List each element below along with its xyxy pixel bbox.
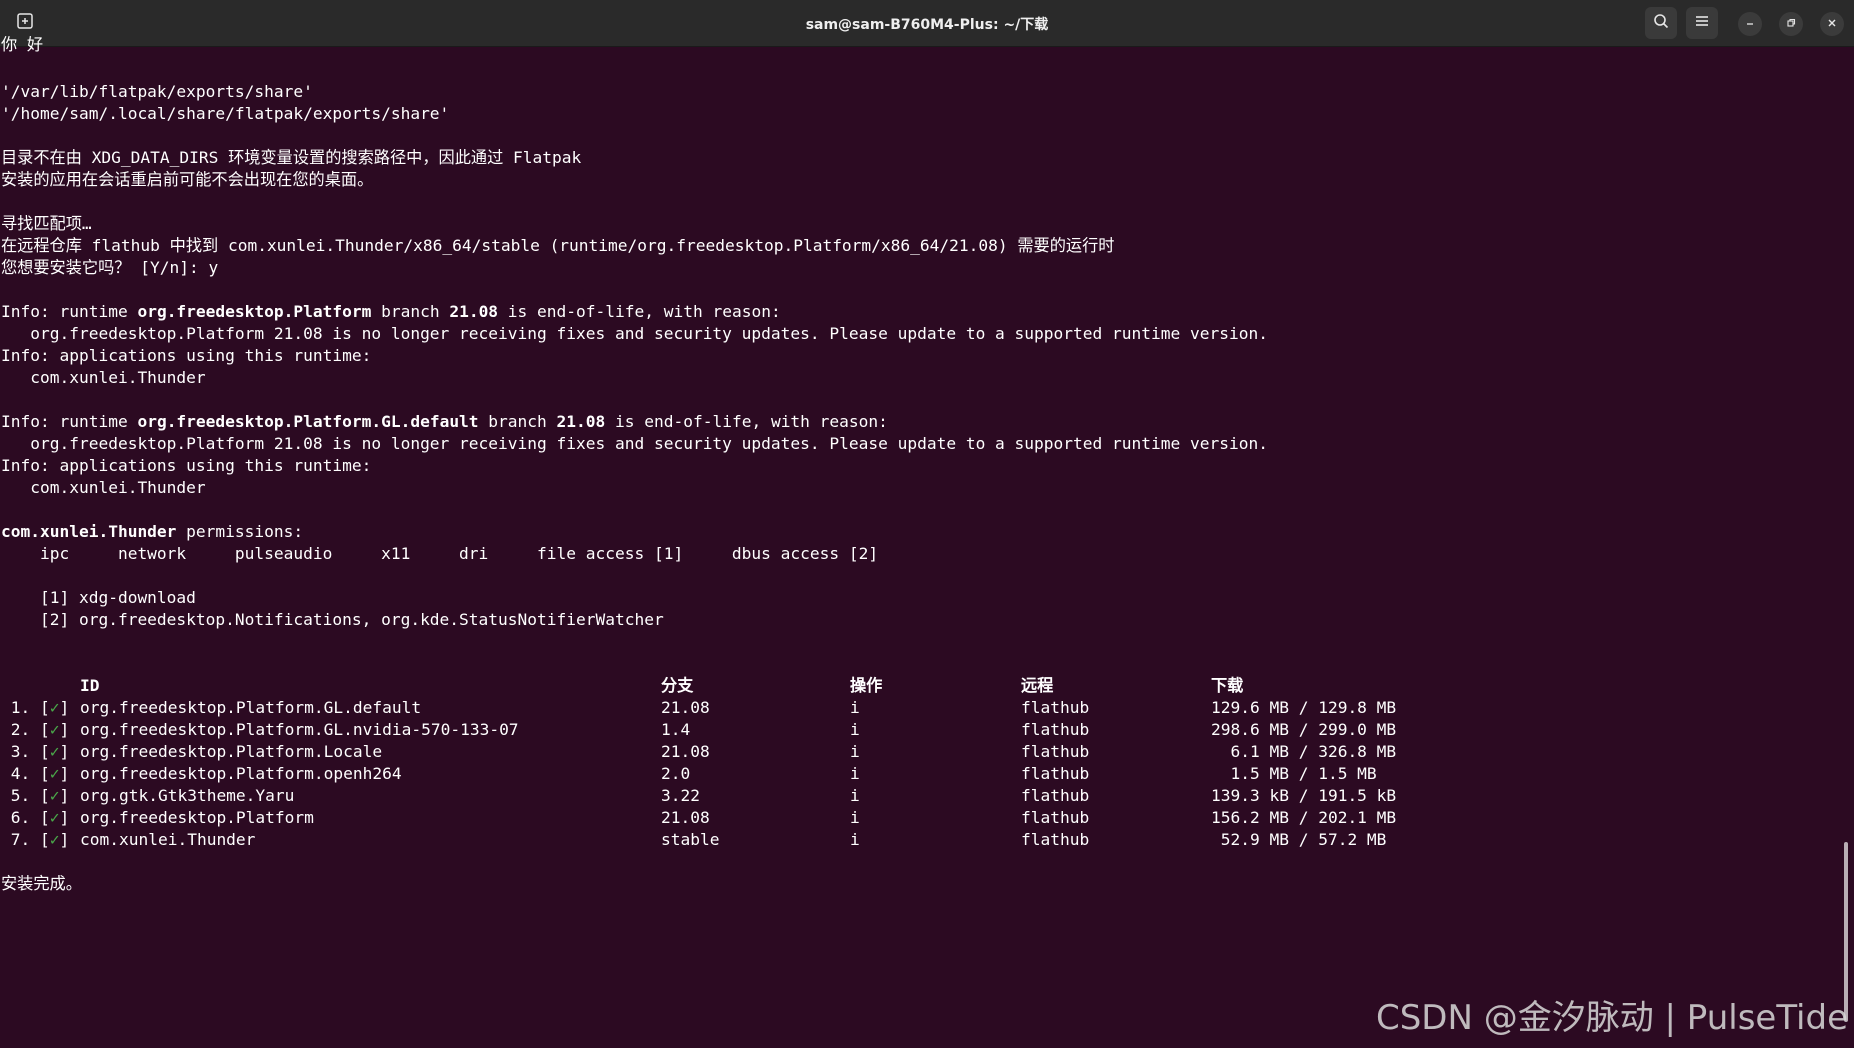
watermark: CSDN @金汐脉动 | PulseTide (1375, 998, 1848, 1038)
menu-button[interactable] (1686, 7, 1718, 39)
check-icon: ✓ (49, 698, 60, 717)
window-title: sam@sam-B760M4-Plus: ~/下载 (805, 17, 1049, 33)
title-bar: sam@sam-B760M4-Plus: ~/下载 (0, 0, 1854, 47)
check-box: [✓] (40, 830, 70, 849)
restore-button[interactable] (1779, 12, 1803, 36)
check-icon: ✓ (49, 764, 60, 783)
ref-remote: flathub (1021, 830, 1090, 849)
check-icon: ✓ (49, 742, 60, 761)
check-icon: ✓ (49, 830, 60, 849)
hamburger-menu-icon (1695, 14, 1709, 33)
row-number: 7. (1, 830, 31, 849)
minimize-icon (1745, 15, 1755, 33)
check-icon: ✓ (49, 720, 60, 739)
ref-branch: stable (661, 830, 720, 849)
restore-icon (1786, 15, 1796, 33)
ref-download: 52.9 MB / 57.2 MB (1211, 830, 1387, 849)
prompt-line: 您想要安装它吗？ [Y/n]: y (1, 258, 219, 277)
search-icon (1653, 13, 1669, 34)
minimize-button[interactable] (1738, 12, 1762, 36)
ref-id: com.xunlei.Thunder (80, 830, 256, 849)
check-icon: ✓ (49, 786, 60, 805)
partial-line: 你 好 (1, 35, 44, 54)
permissions-list: ipc network pulseaudio x11 dri file acce… (1, 544, 879, 563)
ref-operation: i (850, 830, 860, 849)
output-line: com.xunlei.Thunder (1, 368, 206, 387)
search-button[interactable] (1645, 7, 1677, 39)
close-icon (1827, 15, 1837, 33)
close-button[interactable] (1820, 12, 1844, 36)
install-complete-line: 安装完成。 (1, 874, 82, 893)
output-line: com.xunlei.Thunder (1, 478, 206, 497)
terminal-window: sam@sam-B760M4-Plus: ~/下载 你 好 '/var/lib/… (0, 0, 1854, 1048)
check-icon: ✓ (49, 808, 60, 827)
output-line: '/home/sam/.local/share/flatpak/exports/… (1, 104, 450, 123)
output-line: 安装的应用在会话重启前可能不会出现在您的桌面。 (1, 170, 374, 189)
terminal-output[interactable]: 你 好 '/var/lib/flatpak/exports/share' '/h… (0, 35, 1854, 1048)
permission-note: [2] org.freedesktop.Notifications, org.k… (1, 610, 664, 629)
